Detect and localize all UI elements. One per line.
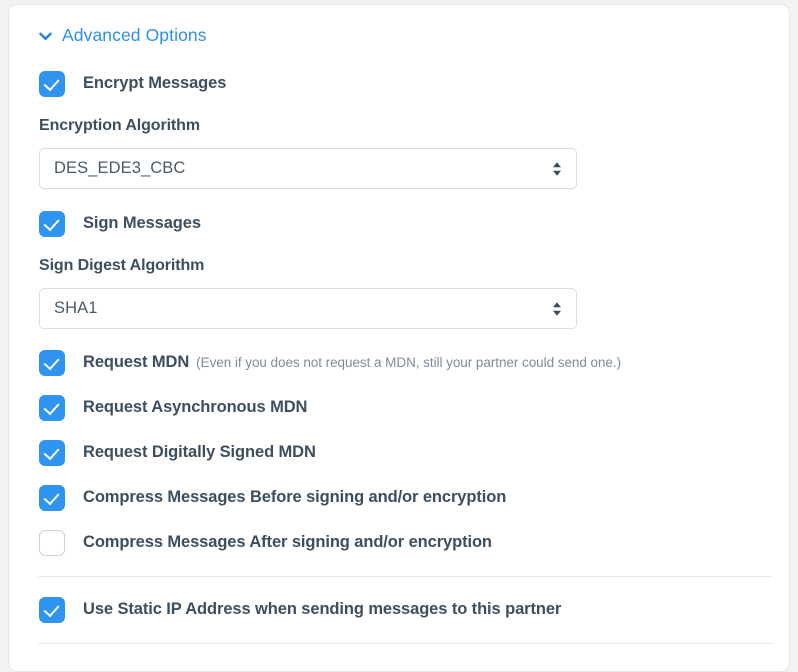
encrypt-messages-checkbox[interactable] [39, 71, 65, 97]
advanced-options-toggle[interactable]: Advanced Options [38, 23, 207, 49]
request-asynchronous-mdn-checkbox[interactable] [39, 395, 65, 421]
request-digitally-signed-mdn-label[interactable]: Request Digitally Signed MDN [83, 443, 316, 463]
encryption-algorithm-value: DES_EDE3_CBC [54, 159, 186, 177]
sign-messages-checkbox[interactable] [39, 211, 65, 237]
compress-before-checkbox[interactable] [39, 485, 65, 511]
chevron-down-icon [38, 29, 53, 44]
compress-after-label[interactable]: Compress Messages After signing and/or e… [83, 533, 492, 553]
encrypt-messages-row[interactable]: Encrypt Messages [37, 71, 761, 97]
sign-digest-algorithm-value: SHA1 [54, 299, 98, 317]
static-ip-label[interactable]: Use Static IP Address when sending messa… [83, 600, 561, 620]
request-mdn-row[interactable]: Request MDN (Even if you does not request… [37, 350, 761, 376]
request-mdn-label-text: Request MDN [83, 353, 190, 372]
compress-after-row[interactable]: Compress Messages After signing and/or e… [37, 530, 761, 556]
compress-before-row[interactable]: Compress Messages Before signing and/or … [37, 485, 761, 511]
advanced-options-card: Advanced Options Encrypt Messages Encryp… [8, 4, 790, 672]
request-mdn-checkbox[interactable] [39, 350, 65, 376]
request-asynchronous-mdn-label[interactable]: Request Asynchronous MDN [83, 398, 307, 418]
section-divider-bottom [38, 643, 773, 644]
sign-digest-algorithm-select[interactable]: SHA1 [39, 288, 577, 329]
advanced-options-title: Advanced Options [62, 25, 207, 46]
request-mdn-label[interactable]: Request MDN (Even if you does not request… [83, 353, 621, 373]
sign-digest-algorithm-label: Sign Digest Algorithm [39, 257, 205, 274]
encrypt-messages-label[interactable]: Encrypt Messages [83, 74, 226, 94]
request-mdn-hint: (Even if you does not request a MDN, sti… [196, 355, 622, 371]
request-digitally-signed-mdn-row[interactable]: Request Digitally Signed MDN [37, 440, 761, 466]
encryption-algorithm-label: Encryption Algorithm [39, 117, 200, 134]
static-ip-row[interactable]: Use Static IP Address when sending messa… [37, 597, 761, 623]
static-ip-checkbox[interactable] [39, 597, 65, 623]
compress-after-checkbox[interactable] [39, 530, 65, 556]
compress-before-label[interactable]: Compress Messages Before signing and/or … [83, 488, 506, 508]
request-digitally-signed-mdn-checkbox[interactable] [39, 440, 65, 466]
sign-messages-label[interactable]: Sign Messages [83, 214, 201, 234]
sign-messages-row[interactable]: Sign Messages [37, 211, 761, 237]
encryption-algorithm-select[interactable]: DES_EDE3_CBC [39, 148, 577, 189]
encryption-algorithm-select-wrapper[interactable]: DES_EDE3_CBC [39, 148, 577, 189]
request-asynchronous-mdn-row[interactable]: Request Asynchronous MDN [37, 395, 761, 421]
sign-digest-algorithm-select-wrapper[interactable]: SHA1 [39, 288, 577, 329]
